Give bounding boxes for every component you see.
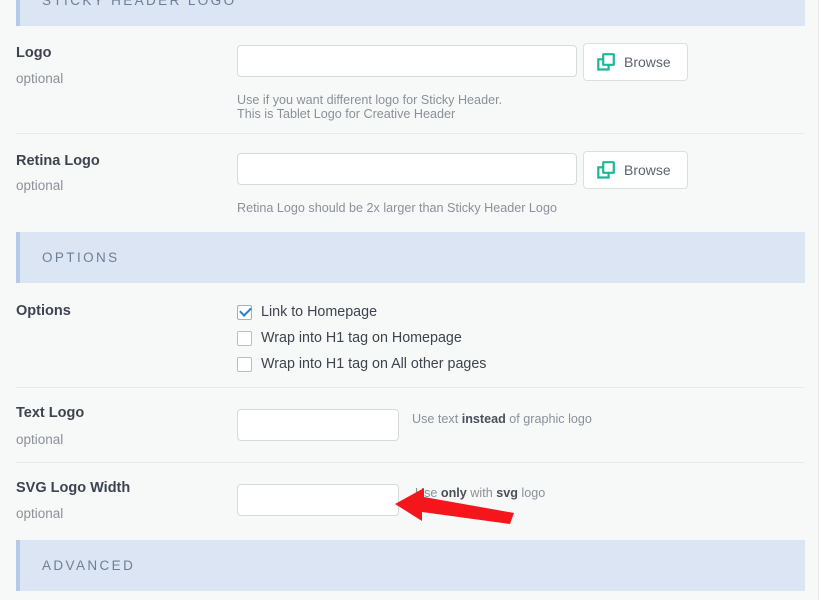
field-label-text-logo: Text Logo [16,405,85,421]
logo-input[interactable] [237,45,577,77]
checkbox-label: Link to Homepage [261,304,378,320]
section-title: OPTIONS [42,250,120,265]
logo-help-line-1: Use if you want different logo for Stick… [237,93,503,107]
checkbox-box[interactable] [237,304,252,320]
section-header-advanced: ADVANCED [16,540,805,591]
text-logo-help: Use text instead of graphic logo [412,412,592,426]
checkbox-wrap-h1-homepage[interactable]: Wrap into H1 tag on Homepage [237,330,462,346]
retina-logo-help: Retina Logo should be 2x larger than Sti… [237,201,557,215]
retina-logo-browse-label: Browse [624,162,671,178]
clone-icon [597,53,615,71]
clone-icon [597,161,615,179]
svg-logo-width-input[interactable] [237,484,399,516]
text-logo-input[interactable] [237,409,399,441]
checkbox-box[interactable] [237,356,252,372]
field-optional-retina-logo: optional [16,178,64,193]
section-title: ADVANCED [42,558,136,573]
section-title: STICKY HEADER LOGO [42,0,237,8]
checkbox-wrap-h1-all-pages[interactable]: Wrap into H1 tag on All other pages [237,356,486,372]
svg-logo-width-help: Use only with svg logo [415,486,546,500]
section-header-sticky-header-logo: STICKY HEADER LOGO [16,0,805,26]
section-header-options: OPTIONS [16,232,805,283]
checkbox-label: Wrap into H1 tag on All other pages [261,356,487,372]
field-label-options: Options [16,303,71,319]
field-optional-svg-logo-width: optional [16,506,64,521]
field-optional-logo: optional [16,71,64,86]
page-right-edge [818,0,828,600]
field-label-logo: Logo [16,45,52,61]
row-divider [16,462,805,463]
retina-logo-browse-button[interactable]: Browse [583,151,688,189]
logo-help-line-2: This is Tablet Logo for Creative Header [237,107,456,121]
row-divider [16,133,805,134]
logo-browse-label: Browse [624,54,671,70]
field-label-svg-logo-width: SVG Logo Width [16,480,131,496]
field-label-retina-logo: Retina Logo [16,153,100,169]
row-divider [16,387,805,388]
logo-browse-button[interactable]: Browse [583,43,688,81]
retina-logo-input[interactable] [237,153,577,185]
settings-panel: STICKY HEADER LOGO Logo optional Browse … [0,0,828,600]
checkbox-link-to-homepage[interactable]: Link to Homepage [237,304,377,320]
checkbox-label: Wrap into H1 tag on Homepage [261,330,462,346]
field-optional-text-logo: optional [16,432,64,447]
checkbox-box[interactable] [237,330,252,346]
